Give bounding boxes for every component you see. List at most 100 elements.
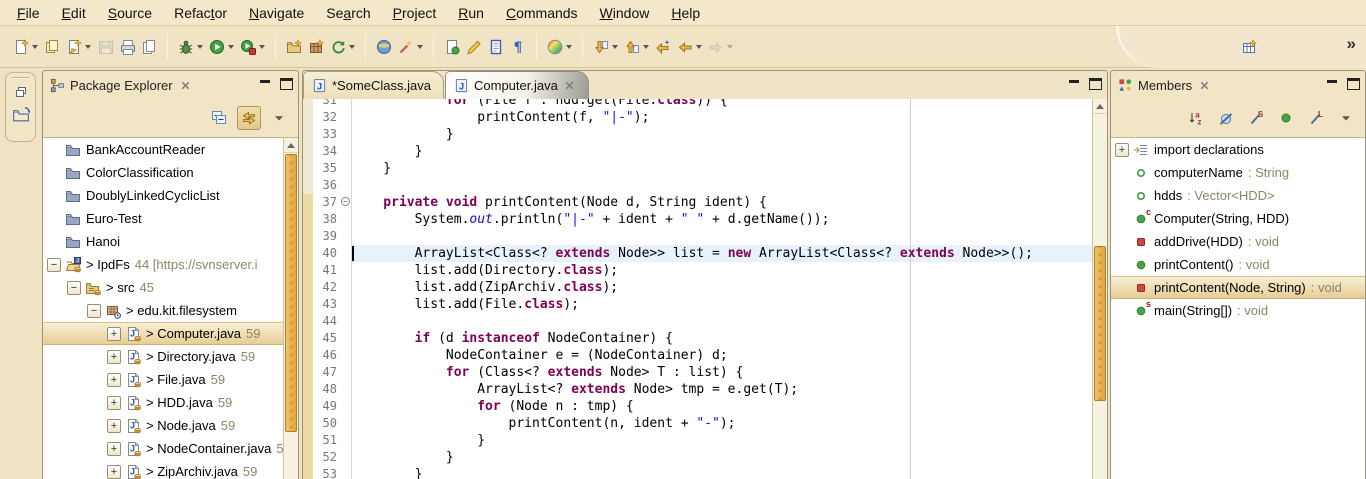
tree-expander-icon[interactable]: − bbox=[67, 281, 81, 295]
code-text[interactable]: printContent(f, "|-"); bbox=[352, 109, 1092, 126]
code-line[interactable]: 32printContent(f, "|-"); bbox=[303, 109, 1092, 126]
line-number[interactable]: 46 bbox=[313, 347, 341, 364]
toolbar-wand-button[interactable] bbox=[395, 34, 426, 60]
code-text[interactable] bbox=[352, 177, 1092, 194]
scroll-up-arrow[interactable] bbox=[1093, 99, 1107, 114]
menu-file[interactable]: File bbox=[6, 3, 51, 23]
line-number[interactable]: 42 bbox=[313, 279, 341, 296]
fold-ruler[interactable] bbox=[341, 449, 352, 466]
code-text[interactable]: } bbox=[352, 126, 1092, 143]
annotation-ruler[interactable] bbox=[303, 126, 313, 143]
code-text[interactable]: list.add(File.class); bbox=[352, 296, 1092, 313]
line-number[interactable]: 31 bbox=[313, 99, 341, 109]
annotation-ruler[interactable] bbox=[303, 211, 313, 228]
fold-ruler[interactable] bbox=[341, 432, 352, 449]
toolbar-debug-button[interactable] bbox=[175, 34, 206, 60]
menu-help[interactable]: Help bbox=[660, 3, 711, 23]
tree-expander-icon[interactable]: + bbox=[107, 465, 121, 479]
annotation-ruler[interactable] bbox=[303, 279, 313, 296]
annotation-ruler[interactable] bbox=[303, 466, 313, 479]
toolbar-highlighter-button[interactable] bbox=[463, 34, 485, 60]
toolbar-run-button[interactable] bbox=[206, 34, 237, 60]
dropdown-chevron-icon[interactable] bbox=[727, 45, 733, 49]
dropdown-chevron-icon[interactable] bbox=[696, 45, 702, 49]
dropdown-chevron-icon[interactable] bbox=[612, 45, 618, 49]
code-text[interactable]: for (File f : hdd.get(File.class)) { bbox=[352, 99, 1092, 109]
toolbar-show-whitespace-button[interactable]: ¶ bbox=[507, 34, 529, 60]
code-line[interactable]: 48ArrayList<? extends Node> tmp = e.get(… bbox=[303, 381, 1092, 398]
toolbar-refresh-button[interactable] bbox=[327, 34, 358, 60]
tree-item[interactable]: +J> HDD.java59 bbox=[43, 391, 283, 414]
tree-item[interactable]: +J> ZipArchiv.java59 bbox=[43, 460, 283, 479]
code-text[interactable]: } bbox=[352, 160, 1092, 177]
code-line[interactable]: 37−private void printContent(Node d, Str… bbox=[303, 194, 1092, 211]
code-line[interactable]: 47for (Class<? extends Node> T : list) { bbox=[303, 364, 1092, 381]
dropdown-chevron-icon[interactable] bbox=[417, 45, 423, 49]
annotation-ruler[interactable] bbox=[303, 449, 313, 466]
menu-commands[interactable]: Commands bbox=[495, 3, 589, 23]
tree-item[interactable]: −> edu.kit.filesystem bbox=[43, 299, 283, 322]
tree-expander-icon[interactable]: − bbox=[87, 304, 101, 318]
dropdown-chevron-icon[interactable] bbox=[349, 45, 355, 49]
toolbar-prev-annotation-button[interactable] bbox=[621, 34, 652, 60]
annotation-ruler[interactable] bbox=[303, 330, 313, 347]
members-hide-nonpublic-button[interactable] bbox=[1274, 106, 1298, 130]
line-number[interactable]: 40 bbox=[313, 245, 341, 262]
tree-expander-icon[interactable]: + bbox=[107, 442, 121, 456]
tree-expander-icon[interactable]: + bbox=[1115, 143, 1129, 157]
code-line[interactable]: 36 bbox=[303, 177, 1092, 194]
fold-ruler[interactable] bbox=[341, 364, 352, 381]
code-line[interactable]: 45if (d instanceof NodeContainer) { bbox=[303, 330, 1092, 347]
code-text[interactable]: System.out.println("|-" + ident + " " + … bbox=[352, 211, 1092, 228]
code-line[interactable]: 43list.add(File.class); bbox=[303, 296, 1092, 313]
annotation-ruler[interactable] bbox=[303, 194, 313, 211]
toolbar-new-wizard-button[interactable] bbox=[10, 34, 41, 60]
fold-ruler[interactable] bbox=[341, 126, 352, 143]
annotation-ruler[interactable] bbox=[303, 364, 313, 381]
annotation-ruler[interactable] bbox=[303, 160, 313, 177]
tree-item[interactable]: +J> Directory.java59 bbox=[43, 345, 283, 368]
code-text[interactable]: list.add(Directory.class); bbox=[352, 262, 1092, 279]
toolbar-copy-button[interactable] bbox=[138, 34, 160, 60]
dropdown-chevron-icon[interactable] bbox=[32, 45, 38, 49]
fold-ruler[interactable] bbox=[341, 381, 352, 398]
toolbar-run-external-button[interactable] bbox=[237, 34, 268, 60]
scrollbar-thumb[interactable] bbox=[285, 154, 297, 432]
code-text[interactable]: private void printContent(Node d, String… bbox=[352, 194, 1092, 211]
annotation-ruler[interactable] bbox=[303, 432, 313, 449]
pkg-link-editor-button[interactable] bbox=[237, 106, 261, 130]
line-number[interactable]: 37 bbox=[313, 194, 341, 211]
code-area[interactable]: 31 for (File f : hdd.get(File.class)) {32… bbox=[303, 99, 1092, 479]
package-explorer-minimize-button[interactable] bbox=[260, 78, 272, 90]
menu-project[interactable]: Project bbox=[382, 3, 448, 23]
dropdown-chevron-icon[interactable] bbox=[228, 45, 234, 49]
dropdown-chevron-icon[interactable] bbox=[643, 45, 649, 49]
members-hide-fields-button[interactable] bbox=[1214, 106, 1238, 130]
fold-ruler[interactable] bbox=[341, 347, 352, 364]
member-item[interactable]: cComputer(String, HDD) bbox=[1111, 207, 1365, 230]
fold-ruler[interactable] bbox=[341, 398, 352, 415]
member-item[interactable]: smain(String[]): void bbox=[1111, 299, 1365, 322]
toolbar-new-table-button[interactable] bbox=[1238, 34, 1260, 60]
fold-ruler[interactable] bbox=[341, 415, 352, 432]
code-line[interactable]: 51} bbox=[303, 432, 1092, 449]
toolbar-forward-button[interactable] bbox=[705, 34, 736, 60]
restore-pane-icon[interactable] bbox=[11, 82, 31, 102]
line-number[interactable]: 53 bbox=[313, 466, 341, 479]
fold-collapse-icon[interactable]: − bbox=[341, 197, 350, 206]
fold-ruler[interactable] bbox=[341, 177, 352, 194]
line-number[interactable]: 38 bbox=[313, 211, 341, 228]
toolbar-new-package-wizard-button[interactable] bbox=[63, 34, 94, 60]
fold-ruler[interactable] bbox=[341, 296, 352, 313]
code-text[interactable]: for (Node n : tmp) { bbox=[352, 398, 1092, 415]
tree-item[interactable]: +J> Node.java59 bbox=[43, 414, 283, 437]
menu-run[interactable]: Run bbox=[447, 3, 495, 23]
members-sort-button[interactable]: az bbox=[1184, 106, 1208, 130]
members-view-menu-button[interactable] bbox=[1334, 106, 1358, 130]
annotation-ruler[interactable] bbox=[303, 398, 313, 415]
members-hide-local-button[interactable]: L bbox=[1304, 106, 1328, 130]
fold-ruler[interactable] bbox=[341, 279, 352, 296]
annotation-ruler[interactable] bbox=[303, 381, 313, 398]
tree-expander-icon[interactable]: + bbox=[107, 327, 121, 341]
tree-expander-icon[interactable]: + bbox=[107, 350, 121, 364]
